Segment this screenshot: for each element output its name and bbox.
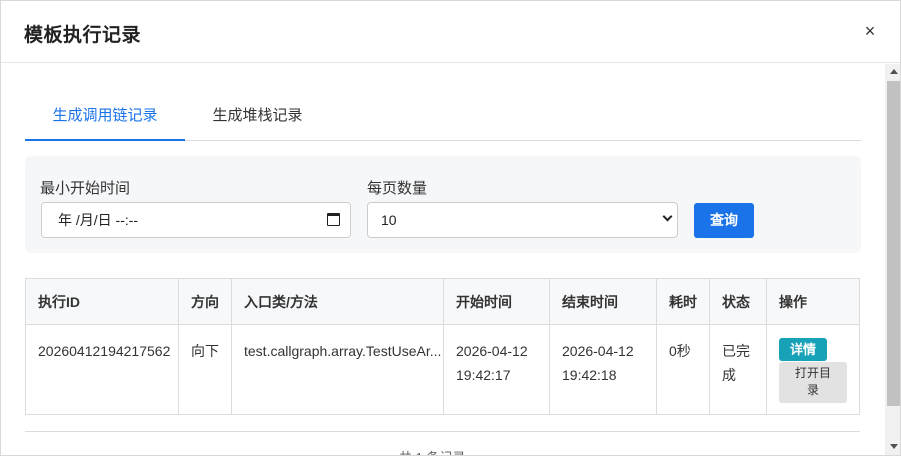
col-header-status: 状态: [722, 294, 750, 310]
cell-start-time: 2026-04-12 19:42:17: [444, 339, 528, 387]
modal-header: 模板执行记录 ×: [1, 1, 900, 63]
min-start-time-label: 最小开始时间: [40, 180, 131, 197]
footer-divider: [25, 431, 860, 432]
date-input-value: 年 /月/日 --:--: [58, 212, 139, 228]
records-summary: 共 1 条记录: [399, 447, 465, 455]
cell-status: 已完 成: [710, 339, 750, 387]
col-header-actions: 操作: [779, 294, 807, 310]
col-header-entry: 入口类/方法: [244, 294, 318, 310]
filter-panel: 最小开始时间 每页数量 年 /月/日 --:-- 10 查询: [25, 156, 861, 253]
cell-entry: test.callgraph.array.TestUseAr...: [244, 343, 442, 359]
open-directory-label-1: 打开目: [794, 366, 831, 380]
col-header-end-time: 结束时间: [562, 294, 618, 310]
page-size-value: 10: [381, 212, 397, 228]
cell-execution-id: 20260412194217562: [38, 343, 171, 359]
start-time: 19:42:17: [456, 367, 511, 383]
records-table: 执行ID 方向 入口类/方法 开始时间 结束时间 耗时 状态 操作 202604…: [25, 278, 860, 415]
col-header-start-time: 开始时间: [456, 294, 512, 310]
cell-direction: 向下: [191, 343, 219, 359]
modal-body: 生成调用链记录 生成堆栈记录 最小开始时间 每页数量 年 /月/日 --:-- …: [1, 64, 885, 455]
col-header-execution-id: 执行ID: [38, 294, 80, 310]
status-line-2: 成: [722, 367, 736, 383]
vertical-scrollbar[interactable]: [885, 64, 900, 455]
scrollbar-thumb[interactable]: [887, 81, 900, 406]
close-icon[interactable]: ×: [859, 20, 881, 42]
modal-title: 模板执行记录: [24, 25, 142, 46]
detail-button[interactable]: 详情: [779, 338, 827, 361]
page-size-select[interactable]: 10: [367, 202, 678, 238]
cell-end-time: 2026-04-12 19:42:18: [550, 339, 634, 387]
template-execution-modal: 模板执行记录 × 生成调用链记录 生成堆栈记录 最小开始时间 每页数量 年 /月…: [0, 0, 901, 456]
chevron-down-icon: [662, 211, 673, 222]
col-header-direction: 方向: [191, 294, 219, 310]
scroll-down-arrow-icon[interactable]: [890, 444, 898, 449]
column-divider: [766, 279, 767, 414]
query-button[interactable]: 查询: [694, 203, 754, 238]
tab-bar: 生成调用链记录 生成堆栈记录: [25, 94, 861, 141]
calendar-icon[interactable]: [327, 213, 340, 226]
open-directory-label-2: 录: [806, 383, 819, 397]
end-date: 2026-04-12: [562, 343, 634, 359]
tab-stack-records[interactable]: 生成堆栈记录: [185, 104, 330, 141]
tab-call-chain-records[interactable]: 生成调用链记录: [25, 104, 185, 141]
scroll-up-arrow-icon[interactable]: [890, 69, 898, 74]
min-start-time-input[interactable]: 年 /月/日 --:--: [41, 202, 351, 238]
start-date: 2026-04-12: [456, 343, 528, 359]
end-time: 19:42:18: [562, 367, 617, 383]
page-size-label: 每页数量: [367, 180, 428, 197]
col-header-duration: 耗时: [669, 294, 697, 310]
open-directory-button[interactable]: 打开目 录: [779, 362, 847, 403]
cell-duration: 0秒: [669, 343, 691, 359]
status-line-1: 已完: [722, 343, 750, 359]
